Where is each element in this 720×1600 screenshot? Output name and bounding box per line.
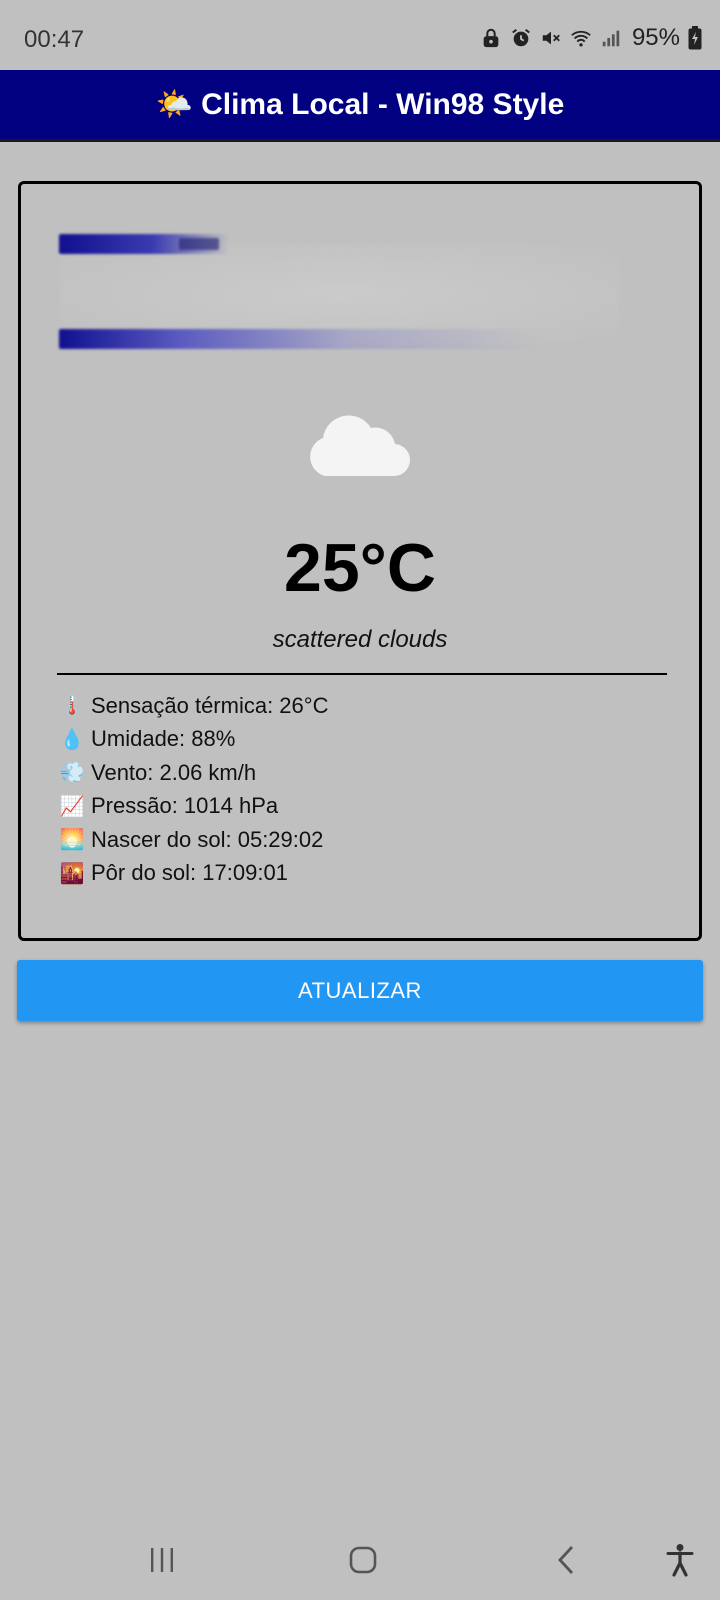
wind-icon: 💨	[59, 762, 85, 785]
location-redacted	[59, 234, 619, 354]
detail-sunrise: 🌅 Nascer do sol: 05:29:02	[57, 823, 677, 857]
app-title: Clima Local - Win98 Style	[201, 87, 565, 121]
sunrise-icon: 🌅	[59, 829, 85, 852]
weather-details: 🌡️ Sensação térmica: 26°C 💧 Umidade: 88%…	[57, 689, 677, 890]
detail-text: Nascer do sol: 05:29:02	[91, 826, 324, 852]
accessibility-icon[interactable]	[650, 1530, 710, 1590]
home-icon[interactable]	[333, 1530, 393, 1590]
back-icon[interactable]	[536, 1530, 596, 1590]
detail-wind: 💨 Vento: 2.06 km/h	[57, 756, 677, 790]
mute-icon	[540, 27, 562, 49]
cloud-icon	[303, 408, 413, 478]
status-time: 00:47	[24, 26, 85, 53]
refresh-button[interactable]: ATUALIZAR	[17, 960, 703, 1021]
signal-icon	[600, 27, 622, 49]
status-bar: 00:47 95%	[0, 0, 720, 70]
detail-text: Pôr do sol: 17:09:01	[91, 860, 288, 886]
sun-behind-cloud-icon: 🌤️	[155, 87, 194, 121]
chart-increasing-icon: 📈	[59, 795, 85, 818]
status-icons: 95%	[480, 24, 702, 52]
detail-text: Vento: 2.06 km/h	[91, 759, 257, 785]
detail-pressure: 📈 Pressão: 1014 hPa	[57, 790, 677, 824]
weather-card: 25°C scattered clouds 🌡️ Sensação térmic…	[18, 181, 702, 941]
app-header: 🌤️ Clima Local - Win98 Style	[0, 70, 720, 142]
detail-text: Pressão: 1014 hPa	[91, 793, 279, 819]
detail-text: Umidade: 88%	[91, 726, 236, 752]
wifi-icon	[570, 27, 592, 49]
detail-sunset: 🌇 Pôr do sol: 17:09:01	[57, 857, 677, 891]
navigation-bar	[0, 1520, 720, 1600]
thermometer-icon: 🌡️	[59, 695, 85, 718]
detail-text: Sensação térmica: 26°C	[91, 692, 329, 718]
detail-humidity: 💧 Umidade: 88%	[57, 723, 677, 757]
battery-icon	[688, 26, 702, 50]
recents-icon[interactable]	[132, 1530, 192, 1590]
divider	[57, 673, 667, 675]
battery-percent: 95%	[631, 24, 680, 51]
weather-description: scattered clouds	[272, 626, 448, 653]
sunset-icon: 🌇	[59, 862, 85, 885]
alarm-icon	[510, 27, 532, 49]
lock-icon	[480, 27, 502, 49]
detail-feels-like: 🌡️ Sensação térmica: 26°C	[57, 689, 677, 723]
temperature: 25°C	[284, 530, 436, 606]
droplet-icon: 💧	[59, 728, 85, 751]
